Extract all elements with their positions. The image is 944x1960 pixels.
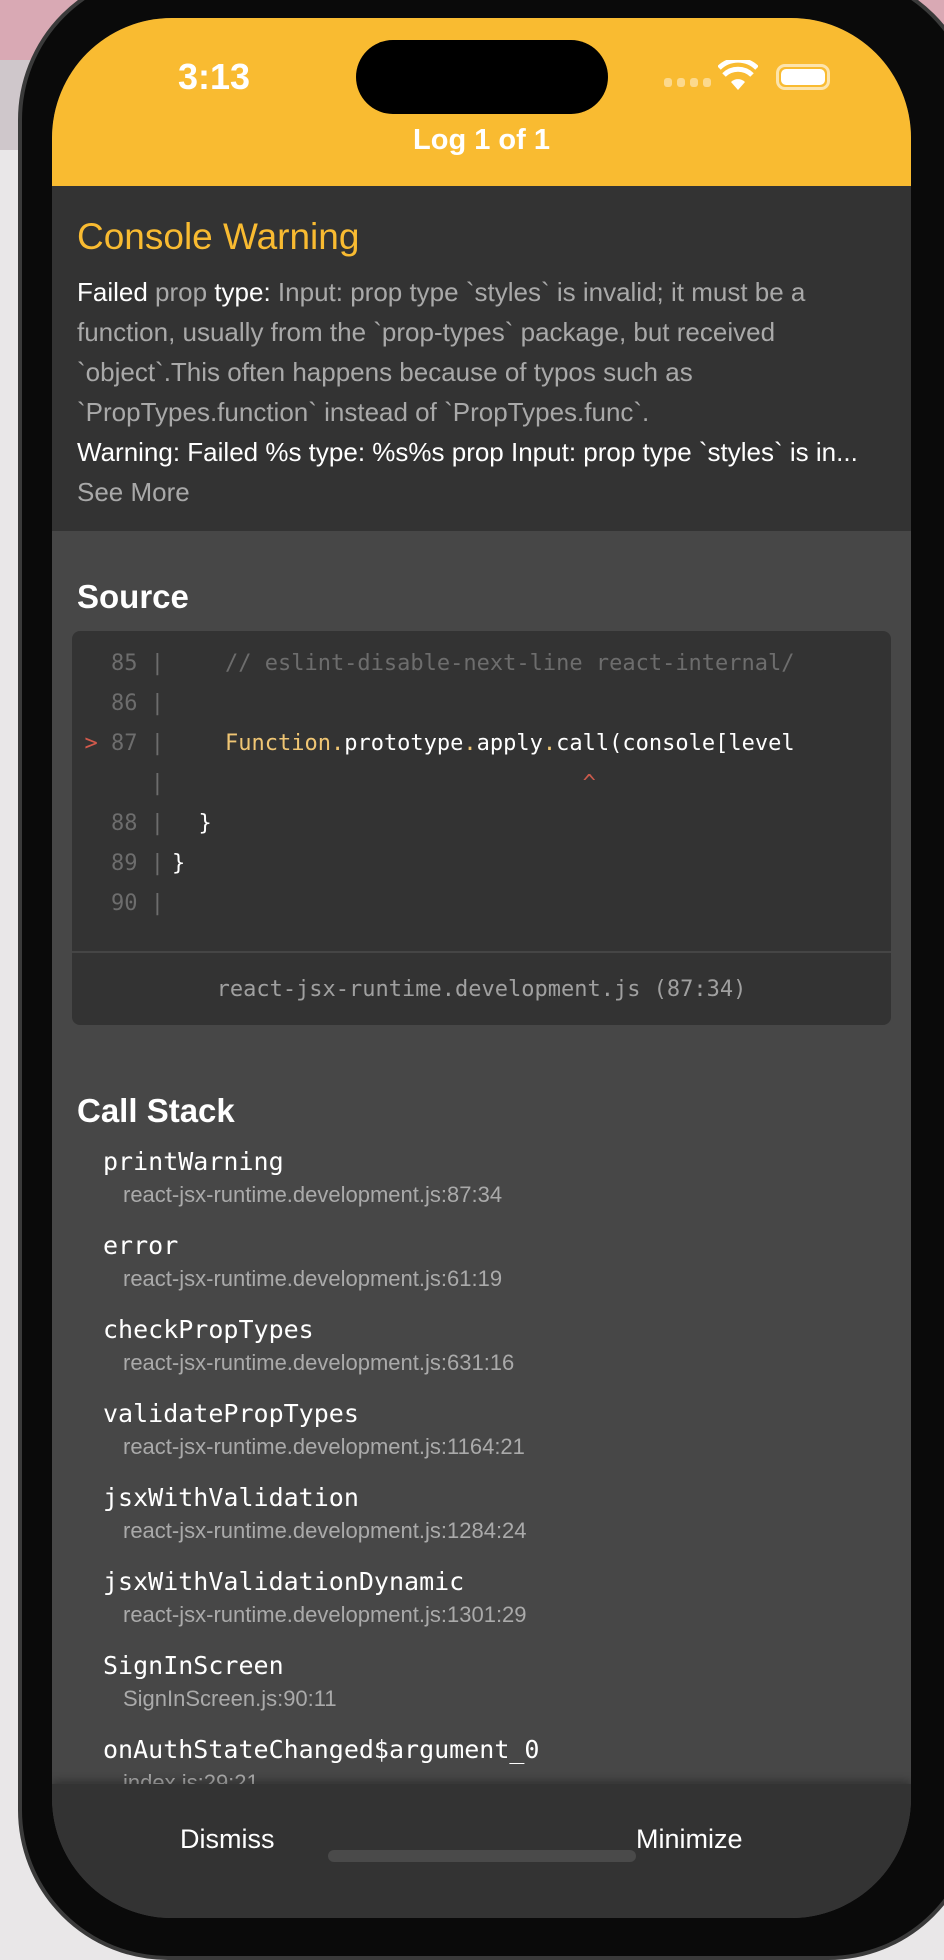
code-text: ^ xyxy=(172,770,596,796)
log-header: 3:13 Log 1 of 1 xyxy=(52,18,911,186)
frame-function-name: jsxWithValidationDynamic xyxy=(103,1567,465,1596)
frame-function-name: checkPropTypes xyxy=(103,1315,314,1344)
line-number: 86 | xyxy=(111,690,164,716)
code-line: 89 |} xyxy=(72,843,185,883)
line-number-value: 88 xyxy=(111,810,138,836)
active-line-marker: > xyxy=(84,730,98,756)
line-number-value: 90 xyxy=(111,890,138,916)
cellular-signal-icon xyxy=(664,78,711,87)
line-number: 90 | xyxy=(111,890,164,916)
warning-message-part: type: xyxy=(214,277,271,307)
code-text: // eslint-disable-next-line react-intern… xyxy=(172,650,795,676)
frame-location: react-jsx-runtime.development.js:61:19 xyxy=(123,1266,503,1291)
frame-function-name: onAuthStateChanged$argument_0 xyxy=(103,1735,540,1764)
stack-frame[interactable]: validatePropTypes react-jsx-runtime.devel… xyxy=(103,1394,540,1478)
code-text: } xyxy=(172,810,212,836)
battery-icon xyxy=(776,64,830,90)
code-line: 86 | xyxy=(72,683,172,723)
frame-location: react-jsx-runtime.development.js:631:16 xyxy=(123,1350,515,1375)
bottom-action-bar: Dismiss Minimize xyxy=(52,1784,911,1918)
stack-frame[interactable]: printWarning react-jsx-runtime.developmen… xyxy=(103,1142,540,1226)
source-file-location[interactable]: react-jsx-runtime.development.js (87:34) xyxy=(72,951,891,1025)
dismiss-button[interactable]: Dismiss xyxy=(180,1824,275,1855)
status-time: 3:13 xyxy=(178,56,251,97)
frame-location: react-jsx-runtime.development.js:1284:24 xyxy=(123,1518,527,1543)
warning-message-part: Failed xyxy=(77,277,148,307)
stack-frame[interactable]: checkPropTypes react-jsx-runtime.developm… xyxy=(103,1310,540,1394)
frame-location: SignInScreen.js:90:11 xyxy=(123,1686,337,1711)
frame-location: react-jsx-runtime.development.js:87:34 xyxy=(123,1182,503,1207)
warning-message-part: prop xyxy=(147,277,215,307)
stack-frame[interactable]: jsxWithValidationDynamic react-jsx-runtim… xyxy=(103,1562,540,1646)
source-heading: Source xyxy=(77,578,189,615)
home-indicator[interactable] xyxy=(328,1850,636,1862)
dynamic-island xyxy=(356,40,608,114)
minimize-button[interactable]: Minimize xyxy=(636,1824,743,1855)
code-text: Function.prototype.apply.call(console[le… xyxy=(224,730,795,756)
frame-function-name: validatePropTypes xyxy=(103,1399,359,1428)
frame-location: react-jsx-runtime.development.js:1301:29 xyxy=(123,1602,527,1627)
warning-message-line2: Warning: Failed %s type: %s%s prop Input… xyxy=(77,437,837,467)
line-number: > 87 | xyxy=(84,730,165,756)
stack-frame[interactable]: error react-jsx-runtime.development.js:61… xyxy=(103,1226,540,1310)
line-number-value: 85 xyxy=(111,650,138,676)
line-number: | xyxy=(137,770,164,796)
code-line: > 87 | Function.prototype.apply.call(con… xyxy=(72,723,795,763)
frame-function-name: jsxWithValidation xyxy=(103,1483,359,1512)
line-number-value: 86 xyxy=(111,690,138,716)
call-stack-heading: Call Stack xyxy=(77,1092,235,1129)
line-number: 88 | xyxy=(111,810,164,836)
frame-function-name: error xyxy=(103,1231,179,1260)
line-number-value: 89 xyxy=(111,850,138,876)
warning-section: Console Warning Failed prop type: Input:… xyxy=(52,186,911,531)
line-number: 89 | xyxy=(111,850,164,876)
code-text: } xyxy=(172,850,186,876)
call-stack-list: printWarning react-jsx-runtime.developmen… xyxy=(103,1142,540,1814)
log-counter-title: Log 1 of 1 xyxy=(413,124,550,156)
wifi-icon xyxy=(718,60,758,90)
source-code-frame[interactable]: 85 | // eslint-disable-next-line react-i… xyxy=(72,631,891,1025)
code-line: 85 | // eslint-disable-next-line react-i… xyxy=(72,643,795,683)
see-more-link[interactable]: See More xyxy=(77,477,190,507)
code-line: 88 | } xyxy=(72,803,212,843)
line-number: 85 | xyxy=(111,650,164,676)
code-line: | ^ xyxy=(72,763,596,803)
stack-frame[interactable]: SignInScreen SignInScreen.js:90:11 xyxy=(103,1646,540,1730)
stack-frame[interactable]: jsxWithValidation react-jsx-runtime.devel… xyxy=(103,1478,540,1562)
frame-location: react-jsx-runtime.development.js:1164:21 xyxy=(123,1434,525,1459)
frame-function-name: printWarning xyxy=(103,1147,284,1176)
code-line: 90 | xyxy=(72,883,172,923)
warning-message: Failed prop type: Input: prop type `styl… xyxy=(77,272,887,512)
phone-screen: 3:13 Log 1 of 1 Console Warning Failed p… xyxy=(52,18,911,1918)
frame-function-name: SignInScreen xyxy=(103,1651,284,1680)
line-number-value: 87 xyxy=(111,730,138,756)
ellipsis: ... xyxy=(836,437,858,467)
warning-title: Console Warning xyxy=(77,216,360,257)
